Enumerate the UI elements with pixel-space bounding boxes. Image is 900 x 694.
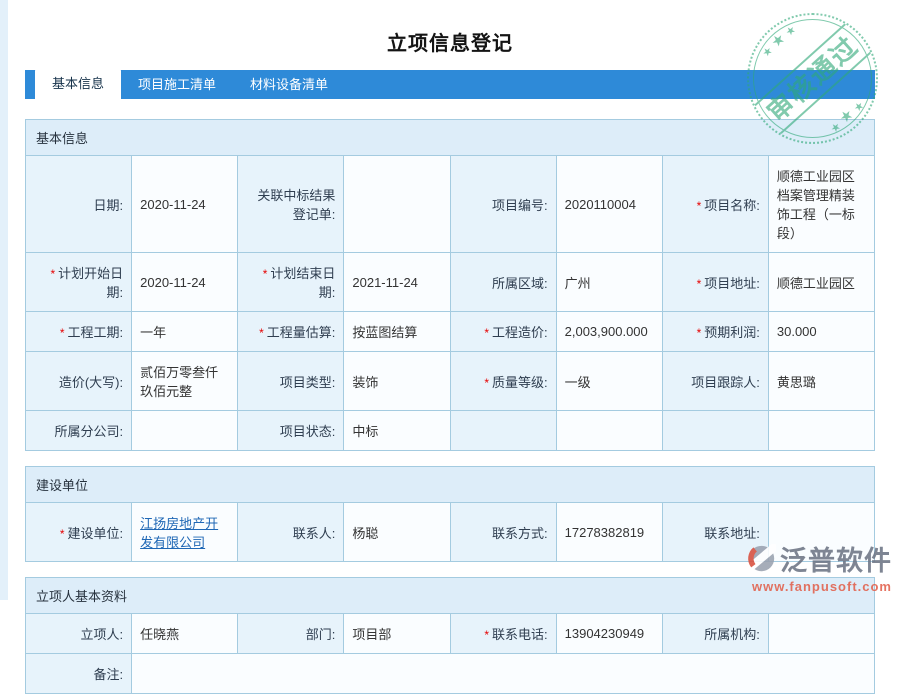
field-label: 联系方式: [450, 503, 556, 562]
field-value: 黄思璐 [768, 352, 874, 411]
sections: 基本信息日期:2020-11-24关联中标结果登记单: 项目编号:20201100… [25, 119, 875, 694]
tab-基本信息[interactable]: 基本信息 [35, 68, 121, 100]
table-row: 日期:2020-11-24关联中标结果登记单: 项目编号:2020110004*项… [26, 156, 875, 253]
field-label: *项目名称: [662, 156, 768, 253]
section-table: 建设单位*建设单位:江扬房地产开发有限公司联系人:杨聪联系方式:17278382… [25, 466, 875, 562]
field-label: 联系人: [238, 503, 344, 562]
page-left-strip [0, 0, 8, 600]
required-star-icon: * [697, 326, 702, 340]
field-value [344, 156, 450, 253]
field-value: 装饰 [344, 352, 450, 411]
field-value: 按蓝图结算 [344, 312, 450, 352]
required-star-icon: * [484, 326, 489, 340]
field-value [132, 411, 238, 451]
tab-材料设备清单[interactable]: 材料设备清单 [233, 70, 345, 99]
required-star-icon: * [484, 628, 489, 642]
field-label: 所属分公司: [26, 411, 132, 451]
field-label: 所属区域: [450, 253, 556, 312]
required-star-icon: * [484, 376, 489, 390]
required-star-icon: * [263, 267, 268, 281]
required-star-icon: * [259, 326, 264, 340]
field-label: *工程造价: [450, 312, 556, 352]
table-row: 立项人:任晓燕部门:项目部*联系电话:13904230949所属机构: [26, 614, 875, 654]
field-value [768, 614, 874, 654]
field-label: *计划开始日期: [26, 253, 132, 312]
field-value: 任晓燕 [132, 614, 238, 654]
field-value: 中标 [344, 411, 450, 451]
field-label: 日期: [26, 156, 132, 253]
field-value: 杨聪 [344, 503, 450, 562]
field-label: *工程工期: [26, 312, 132, 352]
table-row: *计划开始日期:2020-11-24*计划结束日期:2021-11-24所属区域… [26, 253, 875, 312]
table-row: 所属分公司: 项目状态:中标 [26, 411, 875, 451]
field-value [132, 654, 875, 694]
field-label: *预期利润: [662, 312, 768, 352]
field-label: 项目类型: [238, 352, 344, 411]
field-value: 广州 [556, 253, 662, 312]
field-label: *项目地址: [662, 253, 768, 312]
table-row: *建设单位:江扬房地产开发有限公司联系人:杨聪联系方式:17278382819联… [26, 503, 875, 562]
field-value [556, 411, 662, 451]
section-title: 基本信息 [26, 120, 875, 156]
field-value [768, 411, 874, 451]
tab-bar: 基本信息项目施工清单材料设备清单 [25, 70, 875, 99]
field-label: 关联中标结果登记单: [238, 156, 344, 253]
field-label [662, 411, 768, 451]
field-label: 项目状态: [238, 411, 344, 451]
page-title: 立项信息登记 [0, 0, 900, 56]
section-table: 基本信息日期:2020-11-24关联中标结果登记单: 项目编号:20201100… [25, 119, 875, 451]
required-star-icon: * [50, 267, 55, 281]
field-label: 造价(大写): [26, 352, 132, 411]
field-label: 联系地址: [662, 503, 768, 562]
required-star-icon: * [60, 527, 65, 541]
field-label: 部门: [238, 614, 344, 654]
field-value: 2,003,900.000 [556, 312, 662, 352]
field-label: 项目编号: [450, 156, 556, 253]
tab-项目施工清单[interactable]: 项目施工清单 [121, 70, 233, 99]
field-value: 贰佰万零叁仟玖佰元整 [132, 352, 238, 411]
field-value: 2020-11-24 [132, 253, 238, 312]
table-row: 备注: [26, 654, 875, 694]
field-label [450, 411, 556, 451]
field-label: 项目跟踪人: [662, 352, 768, 411]
field-value: 2021-11-24 [344, 253, 450, 312]
field-value: 项目部 [344, 614, 450, 654]
field-label: *建设单位: [26, 503, 132, 562]
section-title: 建设单位 [26, 467, 875, 503]
field-label: 立项人: [26, 614, 132, 654]
field-label: 所属机构: [662, 614, 768, 654]
field-value: 13904230949 [556, 614, 662, 654]
field-value: 2020-11-24 [132, 156, 238, 253]
field-value: 顺德工业园区档案管理精装饰工程（一标段） [768, 156, 874, 253]
field-value: 顺德工业园区 [768, 253, 874, 312]
section-table: 立项人基本资料立项人:任晓燕部门:项目部*联系电话:13904230949所属机… [25, 577, 875, 694]
field-value [768, 503, 874, 562]
table-row: 造价(大写):贰佰万零叁仟玖佰元整项目类型:装饰*质量等级:一级项目跟踪人:黄思… [26, 352, 875, 411]
field-label: *工程量估算: [238, 312, 344, 352]
table-row: *工程工期:一年*工程量估算:按蓝图结算*工程造价:2,003,900.000*… [26, 312, 875, 352]
section-title: 立项人基本资料 [26, 578, 875, 614]
field-value: 一年 [132, 312, 238, 352]
required-star-icon: * [60, 326, 65, 340]
field-value: 17278382819 [556, 503, 662, 562]
field-label: *联系电话: [450, 614, 556, 654]
field-label: *质量等级: [450, 352, 556, 411]
field-label: 备注: [26, 654, 132, 694]
required-star-icon: * [697, 199, 702, 213]
field-value: 2020110004 [556, 156, 662, 253]
field-label: *计划结束日期: [238, 253, 344, 312]
field-value: 30.000 [768, 312, 874, 352]
field-value: 一级 [556, 352, 662, 411]
company-link[interactable]: 江扬房地产开发有限公司 [140, 516, 218, 550]
field-value: 江扬房地产开发有限公司 [132, 503, 238, 562]
required-star-icon: * [697, 277, 702, 291]
